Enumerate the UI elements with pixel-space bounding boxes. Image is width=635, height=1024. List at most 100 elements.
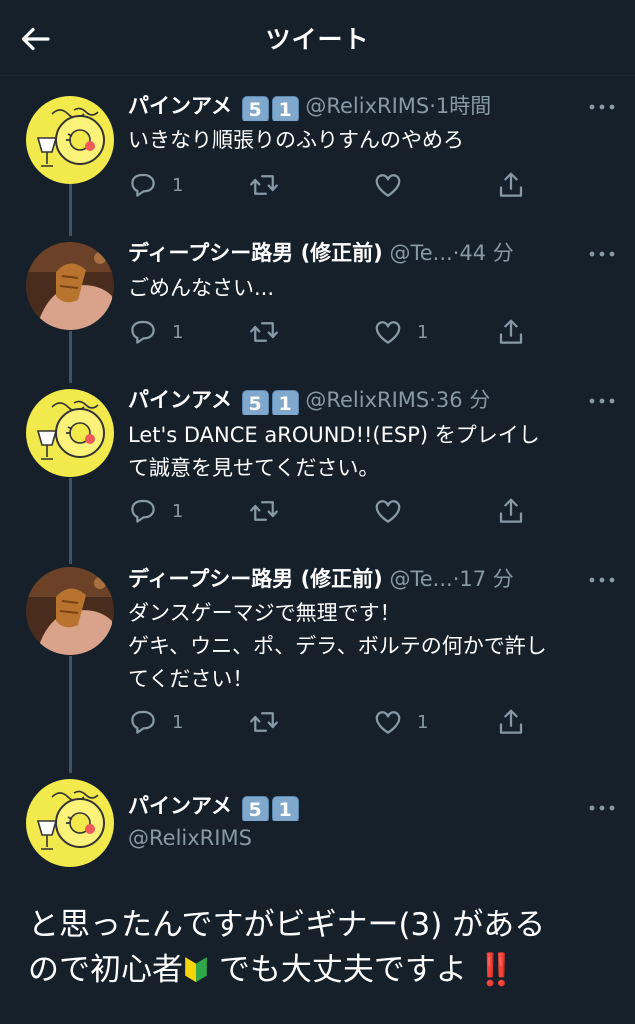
- more-icon[interactable]: [587, 568, 617, 592]
- avatar[interactable]: [26, 779, 114, 867]
- share-icon: [496, 170, 526, 200]
- thread-line: [69, 656, 72, 773]
- share-button[interactable]: [496, 495, 526, 527]
- retweet-icon: [248, 170, 280, 200]
- tweet-actions: 1 1: [128, 706, 548, 738]
- like-icon: [373, 496, 403, 526]
- reply-button[interactable]: 1: [128, 495, 183, 527]
- tweet-text-line: てください！: [128, 667, 254, 691]
- tweet-text-line: て誠意を見せてください。: [128, 456, 380, 480]
- handle[interactable]: @Te...: [389, 241, 452, 265]
- like-button[interactable]: 1: [373, 316, 428, 348]
- tweet-meta: パインアメ 51: [128, 791, 583, 821]
- timestamp[interactable]: 44 分: [459, 241, 513, 265]
- more-icon[interactable]: [587, 95, 617, 119]
- top-bar: ツイート: [0, 0, 635, 76]
- tweet-text: Let's DANCE aROUND!!(ESP) をプレイし て誠意を見せてく…: [128, 419, 595, 485]
- badge: 1: [271, 796, 299, 821]
- double-exclamation-icon: ‼️: [476, 952, 516, 988]
- like-button[interactable]: [373, 495, 403, 527]
- retweet-button[interactable]: [248, 706, 280, 738]
- more-icon[interactable]: [587, 389, 617, 413]
- handle[interactable]: @RelixRIMS: [305, 94, 429, 118]
- display-name[interactable]: パインアメ: [128, 94, 232, 118]
- like-icon: [373, 707, 403, 737]
- separator: ·: [429, 388, 436, 412]
- reply-icon: [128, 170, 158, 200]
- thread-line: [69, 478, 72, 564]
- avatar[interactable]: [26, 242, 114, 330]
- reply-button[interactable]: 1: [128, 706, 183, 738]
- retweet-button[interactable]: [248, 169, 280, 201]
- reply-count: 1: [172, 174, 184, 196]
- tweet-meta: パインアメ 51 @RelixRIMS·36 分: [128, 385, 583, 415]
- text-segment: でも大丈夫ですよ: [209, 952, 477, 988]
- tweet-text: と思ったんですがビギナー(3) がある ので初心者 でも大丈夫ですよ ‼️: [28, 903, 607, 993]
- like-count: 1: [417, 321, 429, 343]
- tweet-meta: ディープシー路男 (修正前) @Te...·17 分: [128, 564, 583, 594]
- display-name[interactable]: パインアメ: [128, 794, 232, 818]
- reply-icon: [128, 496, 158, 526]
- reply-button[interactable]: 1: [128, 316, 183, 348]
- badge: 1: [271, 390, 299, 415]
- like-button[interactable]: 1: [373, 706, 428, 738]
- tweet-meta: ディープシー路男 (修正前) @Te...·44 分: [128, 238, 583, 268]
- more-icon[interactable]: [587, 242, 617, 266]
- share-button[interactable]: [496, 706, 526, 738]
- beginner-leaf-icon: [183, 952, 209, 984]
- timestamp[interactable]: 17 分: [459, 567, 513, 591]
- handle[interactable]: @Te...: [389, 567, 452, 591]
- thread-line: [69, 184, 72, 236]
- reply-button[interactable]: 1: [128, 169, 183, 201]
- handle[interactable]: @RelixRIMS: [128, 826, 252, 850]
- avatar[interactable]: [26, 389, 114, 477]
- display-name[interactable]: ディープシー路男 (修正前): [128, 567, 383, 591]
- display-name[interactable]: パインアメ: [128, 388, 232, 412]
- like-icon: [373, 317, 403, 347]
- badge: 5: [241, 390, 269, 415]
- page-title: ツイート: [265, 25, 370, 54]
- timestamp[interactable]: 36 分: [436, 388, 490, 412]
- retweet-icon: [248, 317, 280, 347]
- share-button[interactable]: [496, 169, 526, 201]
- tweet-actions: 1: [128, 495, 548, 527]
- tweet-text: ダンスゲーマジで無理です！ ゲキ、ウニ、ポ、デラ、ボルテの何かで許し てください…: [128, 597, 595, 696]
- tweet-text-line: ので初心者 でも大丈夫ですよ ‼️: [28, 948, 607, 993]
- share-button[interactable]: [496, 316, 526, 348]
- like-icon: [373, 170, 403, 200]
- share-icon: [496, 496, 526, 526]
- display-name[interactable]: ディープシー路男 (修正前): [128, 241, 383, 265]
- reply-icon: [128, 707, 158, 737]
- avatar[interactable]: [26, 567, 114, 655]
- retweet-button[interactable]: [248, 316, 280, 348]
- reply-count: 1: [172, 500, 184, 522]
- tweet-text-line: と思ったんですがビギナー(3) がある: [28, 907, 546, 943]
- tweet-meta: パインアメ 51 @RelixRIMS·1時間: [128, 91, 583, 121]
- retweet-icon: [248, 707, 280, 737]
- tweet-actions: 1 1: [128, 316, 548, 348]
- reply-icon: [128, 317, 158, 347]
- thread-line: [69, 331, 72, 383]
- more-icon[interactable]: [587, 796, 617, 820]
- tweet-actions: 1: [128, 169, 548, 201]
- handle[interactable]: @RelixRIMS: [305, 388, 429, 412]
- tweet-text-line: ゲキ、ウニ、ポ、デラ、ボルテの何かで許し: [128, 634, 547, 658]
- separator: ·: [429, 94, 436, 118]
- avatar[interactable]: [26, 96, 114, 184]
- tweet-text: ごめんなさい...: [128, 276, 275, 300]
- badge: 5: [241, 96, 269, 121]
- text-segment: ので初心者: [28, 952, 183, 988]
- like-button[interactable]: [373, 169, 403, 201]
- timestamp[interactable]: 1時間: [436, 94, 491, 118]
- reply-count: 1: [172, 321, 184, 343]
- share-icon: [496, 317, 526, 347]
- reply-count: 1: [172, 711, 184, 733]
- tweet-text: いきなり順張りのふりすんのやめろ: [128, 128, 464, 152]
- tweet-text-line: ダンスゲーマジで無理です！: [128, 601, 401, 625]
- badge: 5: [241, 796, 269, 821]
- share-icon: [496, 707, 526, 737]
- like-count: 1: [417, 711, 429, 733]
- retweet-button[interactable]: [248, 495, 280, 527]
- tweet-text-line: Let's DANCE aROUND!!(ESP) をプレイし: [128, 423, 540, 447]
- retweet-icon: [248, 496, 280, 526]
